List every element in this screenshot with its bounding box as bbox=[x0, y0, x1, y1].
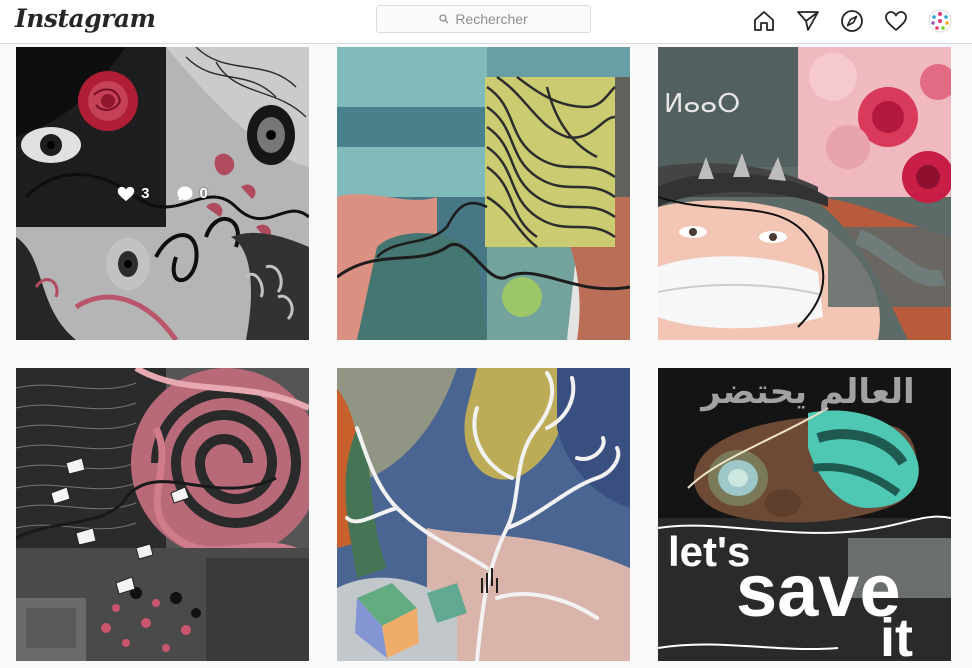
activity-button[interactable] bbox=[883, 8, 909, 34]
search-input[interactable]: Rechercher bbox=[376, 5, 591, 33]
instagram-logo[interactable]: Instagram bbox=[15, 4, 156, 33]
post-image-spiral-roses bbox=[16, 368, 309, 661]
search-icon bbox=[439, 14, 449, 24]
caption-it: it bbox=[880, 608, 913, 661]
search-placeholder: Rechercher bbox=[455, 11, 528, 27]
svg-text:ⵍⴰⴰⵔ: ⵍⴰⴰⵔ bbox=[664, 89, 740, 119]
home-icon bbox=[754, 11, 774, 31]
post-tile-4[interactable] bbox=[16, 368, 309, 661]
home-button[interactable] bbox=[751, 8, 777, 34]
post-tile-6[interactable]: العالم يحتضر let's save it bbox=[658, 368, 951, 661]
post-tile-5[interactable] bbox=[337, 368, 630, 661]
explore-compass-icon bbox=[841, 10, 863, 32]
direct-send-icon bbox=[797, 11, 819, 31]
post-tile-3[interactable]: ⵍⴰⴰⵔ bbox=[658, 47, 951, 340]
post-tile-2[interactable] bbox=[337, 47, 630, 340]
explore-button[interactable] bbox=[839, 8, 865, 34]
post-tile-1[interactable]: 3 0 bbox=[16, 47, 309, 340]
profile-avatar-button[interactable] bbox=[927, 8, 953, 34]
post-image-rose-eyes bbox=[16, 47, 309, 340]
post-image-tree-branches bbox=[337, 368, 630, 661]
post-image-masked-woman-roses: ⵍⴰⴰⵔ bbox=[658, 47, 951, 340]
profile-avatar bbox=[928, 9, 952, 33]
top-navigation-bar: Instagram Rechercher bbox=[0, 0, 972, 44]
activity-heart-icon bbox=[885, 11, 907, 31]
direct-button[interactable] bbox=[795, 8, 821, 34]
arabic-title: العالم يحتضر bbox=[701, 372, 915, 412]
caption-save: save bbox=[736, 549, 901, 632]
post-image-zebra-face bbox=[337, 47, 630, 340]
